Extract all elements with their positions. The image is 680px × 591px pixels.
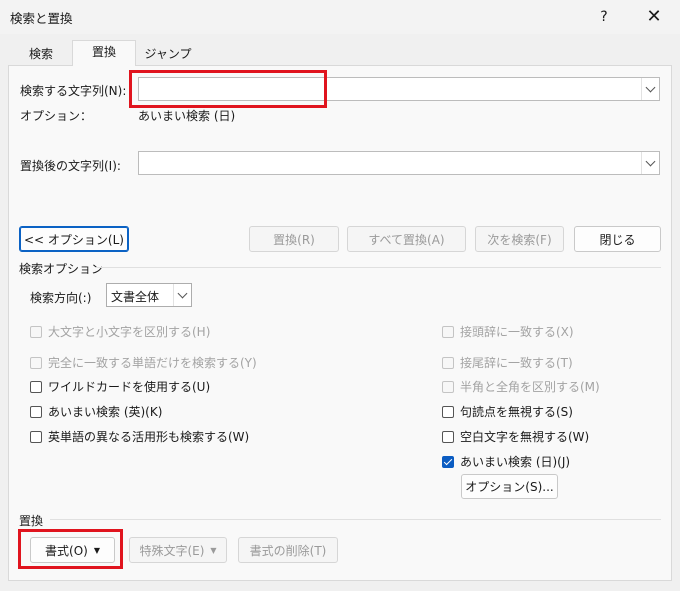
- sounds-like-jp-label: あいまい検索 (日)(J): [460, 455, 571, 469]
- match-case-checkbox[interactable]: 大文字と小文字を区別する(H): [30, 323, 210, 340]
- direction-value: 文書全体: [111, 290, 160, 304]
- tab-replace[interactable]: 置換: [72, 40, 136, 66]
- match-case-label: 大文字と小文字を区別する(H): [48, 325, 211, 339]
- word-forms-label: 英単語の異なる活用形も検索する(W): [48, 430, 250, 444]
- word-forms-checkbox[interactable]: 英単語の異なる活用形も検索する(W): [30, 428, 249, 445]
- help-button[interactable]: ?: [588, 3, 620, 31]
- match-prefix-checkbox[interactable]: 接頭辞に一致する(X): [442, 323, 574, 340]
- tab-find[interactable]: 検索: [12, 42, 70, 67]
- chevron-down-icon[interactable]: [173, 284, 191, 306]
- match-prefix-label: 接頭辞に一致する(X): [460, 325, 574, 339]
- sounds-like-checkbox[interactable]: あいまい検索 (英)(K): [30, 403, 162, 420]
- replace-label: 置換後の文字列(I):: [20, 159, 121, 173]
- checkbox-box[interactable]: [442, 430, 454, 443]
- replace-group-title: 置換: [19, 514, 44, 528]
- checkbox-box[interactable]: [30, 356, 42, 369]
- wildcards-label: ワイルドカードを使用する(U): [48, 380, 211, 394]
- match-width-label: 半角と全角を区別する(M): [460, 380, 600, 394]
- sounds-like-jp-checkbox[interactable]: あいまい検索 (日)(J): [442, 453, 570, 470]
- replace-button[interactable]: 置換(R): [249, 226, 339, 252]
- wildcards-checkbox[interactable]: ワイルドカードを使用する(U): [30, 378, 210, 395]
- checkbox-box[interactable]: [442, 325, 454, 338]
- ignore-punct-checkbox[interactable]: 句読点を無視する(S): [442, 403, 573, 420]
- special-label: 特殊文字(E): [139, 543, 205, 558]
- ignore-punct-label: 句読点を無視する(S): [460, 405, 573, 419]
- direction-select[interactable]: 文書全体: [106, 283, 192, 307]
- chevron-down-icon[interactable]: [641, 78, 659, 100]
- less-options-button[interactable]: << オプション(L): [19, 226, 129, 252]
- caret-down-icon: ▼: [210, 545, 217, 555]
- close-button[interactable]: 閉じる: [574, 226, 661, 252]
- checkbox-box[interactable]: [30, 380, 42, 393]
- find-label: 検索する文字列(N):: [20, 84, 127, 98]
- replace-input[interactable]: [138, 151, 660, 175]
- checkbox-box[interactable]: [30, 405, 42, 418]
- options-label: オプション：: [20, 109, 93, 123]
- checkbox-box[interactable]: [30, 325, 42, 338]
- sounds-like-label: あいまい検索 (英)(K): [48, 405, 163, 419]
- checkbox-box[interactable]: [442, 405, 454, 418]
- window-title: 検索と置換: [10, 11, 73, 26]
- highlight-format-button: [18, 529, 123, 569]
- separator: [95, 267, 661, 268]
- find-next-button[interactable]: 次を検索(F): [475, 226, 564, 252]
- match-suffix-label: 接尾辞に一致する(T): [460, 356, 573, 370]
- title-bar: [0, 0, 680, 34]
- separator: [50, 519, 661, 520]
- whole-word-checkbox[interactable]: 完全に一致する単語だけを検索する(Y): [30, 354, 257, 371]
- close-icon[interactable]: ✕: [636, 3, 672, 31]
- checkbox-box[interactable]: [442, 380, 454, 393]
- highlight-find-input: [129, 70, 327, 108]
- checkbox-box[interactable]: [442, 455, 454, 468]
- chevron-down-icon[interactable]: [641, 152, 659, 174]
- replace-all-button[interactable]: すべて置換(A): [347, 226, 466, 252]
- ignore-space-label: 空白文字を無視する(W): [460, 430, 590, 444]
- ignore-space-checkbox[interactable]: 空白文字を無視する(W): [442, 428, 589, 445]
- whole-word-label: 完全に一致する単語だけを検索する(Y): [48, 356, 257, 370]
- direction-label: 検索方向(:): [30, 291, 92, 305]
- tab-goto[interactable]: ジャンプ: [136, 42, 200, 67]
- fuzzy-options-button[interactable]: オプション(S)...: [461, 474, 558, 499]
- special-button[interactable]: 特殊文字(E) ▼: [129, 537, 227, 563]
- match-suffix-checkbox[interactable]: 接尾辞に一致する(T): [442, 354, 573, 371]
- checkbox-box[interactable]: [30, 430, 42, 443]
- checkbox-box[interactable]: [442, 356, 454, 369]
- match-width-checkbox[interactable]: 半角と全角を区別する(M): [442, 378, 600, 395]
- clear-format-button[interactable]: 書式の削除(T): [238, 537, 338, 563]
- search-options-title: 検索オプション: [19, 262, 104, 276]
- options-value: あいまい検索 (日): [138, 109, 236, 123]
